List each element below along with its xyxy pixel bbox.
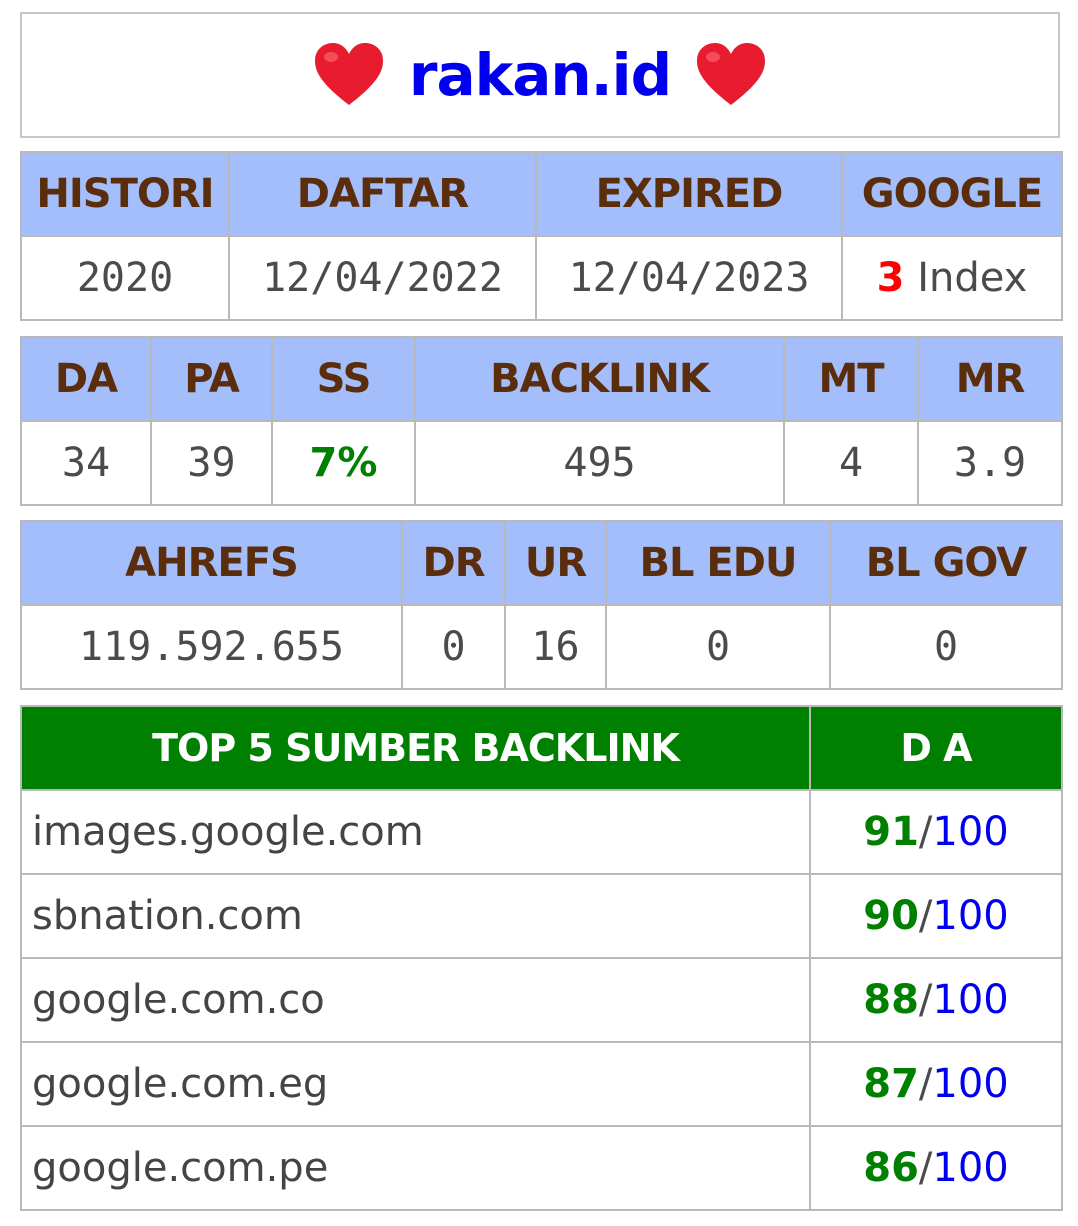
backlink-da: 88/100 <box>809 957 1063 1043</box>
heart-icon <box>697 43 766 105</box>
google-index-label: Index <box>904 255 1028 301</box>
daftar-value: 12/04/2022 <box>228 235 537 321</box>
header-da-score: D A <box>809 705 1063 791</box>
expired-value: 12/04/2023 <box>535 235 843 321</box>
table-row: google.com.eg 87/100 <box>20 1041 1063 1127</box>
header-ahrefs: AHREFS <box>20 520 403 606</box>
mt-value: 4 <box>783 420 919 506</box>
bl-edu-value: 0 <box>605 604 831 690</box>
top-backlink-table: TOP 5 SUMBER BACKLINK D A images.google.… <box>20 705 1063 1211</box>
table-row: sbnation.com 90/100 <box>20 873 1063 959</box>
table-row: images.google.com 91/100 <box>20 789 1063 875</box>
mr-value: 3.9 <box>917 420 1063 506</box>
da-value: 34 <box>20 420 152 506</box>
header-ss: SS <box>271 336 416 422</box>
pa-value: 39 <box>150 420 273 506</box>
bl-gov-value: 0 <box>829 604 1063 690</box>
backlink-da: 87/100 <box>809 1041 1063 1127</box>
header-pa: PA <box>150 336 273 422</box>
table-row: google.com.pe 86/100 <box>20 1125 1063 1211</box>
header-da: DA <box>20 336 152 422</box>
backlink-da: 90/100 <box>809 873 1063 959</box>
backlink-value: 495 <box>414 420 785 506</box>
backlink-da: 86/100 <box>809 1125 1063 1211</box>
ahrefs-value: 119.592.655 <box>20 604 403 690</box>
header-daftar: DAFTAR <box>228 151 537 237</box>
domain-info-table: HISTORI DAFTAR EXPIRED GOOGLE 2020 12/04… <box>20 151 1063 321</box>
header-mt: MT <box>783 336 919 422</box>
site-title[interactable]: rakan.id <box>409 41 672 109</box>
google-index-value: 3 Index <box>841 235 1063 321</box>
backlink-source: google.com.pe <box>20 1125 811 1211</box>
header-top-sources: TOP 5 SUMBER BACKLINK <box>20 705 811 791</box>
header-bl-edu: BL EDU <box>605 520 831 606</box>
header-google: GOOGLE <box>841 151 1063 237</box>
backlink-source: google.com.eg <box>20 1041 811 1127</box>
histori-value: 2020 <box>20 235 230 321</box>
header-bl-gov: BL GOV <box>829 520 1063 606</box>
backlink-source: images.google.com <box>20 789 811 875</box>
heart-icon <box>314 43 383 105</box>
backlink-source: sbnation.com <box>20 873 811 959</box>
title-box: rakan.id <box>20 12 1060 138</box>
header-expired: EXPIRED <box>535 151 843 237</box>
header-histori: HISTORI <box>20 151 230 237</box>
header-ur: UR <box>504 520 607 606</box>
google-index-count: 3 <box>876 255 905 301</box>
ur-value: 16 <box>504 604 607 690</box>
backlink-source: google.com.co <box>20 957 811 1043</box>
metrics-table: DA PA SS BACKLINK MT MR 34 39 7% 495 4 3… <box>20 336 1063 506</box>
header-dr: DR <box>401 520 506 606</box>
ss-value: 7% <box>271 420 416 506</box>
header-backlink: BACKLINK <box>414 336 785 422</box>
header-mr: MR <box>917 336 1063 422</box>
backlink-da: 91/100 <box>809 789 1063 875</box>
dr-value: 0 <box>401 604 506 690</box>
ahrefs-table: AHREFS DR UR BL EDU BL GOV 119.592.655 0… <box>20 520 1063 690</box>
table-row: google.com.co 88/100 <box>20 957 1063 1043</box>
